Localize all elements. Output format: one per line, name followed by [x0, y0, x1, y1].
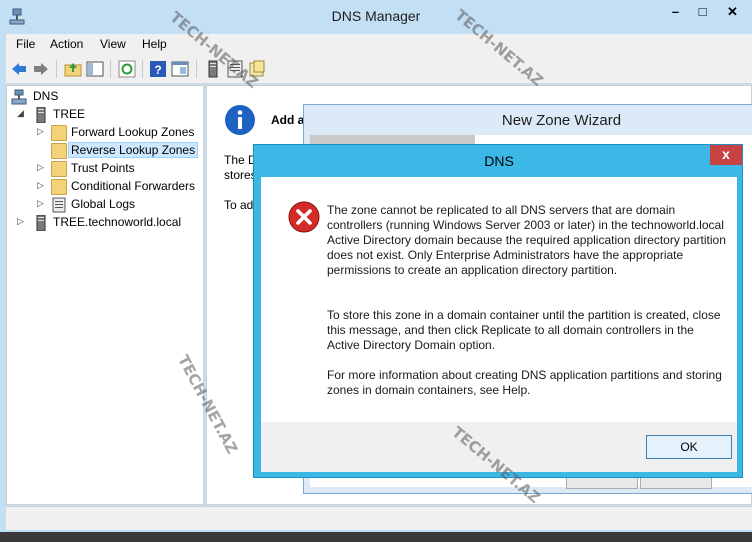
window-title: DNS Manager: [331, 8, 421, 24]
forward-arrow-icon[interactable]: [32, 60, 50, 78]
tree-item-dns[interactable]: DNS: [11, 88, 191, 106]
dns-error-dialog: DNS x The zone cannot be replicated to a…: [253, 144, 743, 478]
description-text: To ad: [224, 198, 254, 212]
description-text: The D: [224, 153, 257, 167]
menu-file[interactable]: File: [16, 37, 35, 51]
dns-icon: [11, 89, 27, 105]
tree-label-dns: DNS: [33, 89, 59, 103]
console-tree: DNS ◢ TREE ▷ Forward Lookup Zones Revers…: [6, 85, 204, 505]
log-icon: [52, 197, 66, 213]
expand-arrow-icon[interactable]: ▷: [37, 180, 47, 191]
dialog-title: DNS: [484, 153, 514, 169]
help-icon[interactable]: ?: [149, 60, 167, 78]
expand-arrow-icon[interactable]: ▷: [37, 126, 47, 137]
tree-item-global-logs[interactable]: ▷ Global Logs: [37, 196, 203, 214]
wizard-title: New Zone Wizard: [501, 112, 622, 129]
expand-arrow-icon[interactable]: ▷: [37, 198, 47, 209]
close-button[interactable]: ✕: [718, 2, 747, 23]
wizard-heading-text: Add a: [271, 113, 305, 127]
error-icon: [288, 201, 320, 233]
tree-item-tree-technoworld-local[interactable]: ▷ TREE.technoworld.local: [17, 214, 202, 232]
expand-arrow-icon[interactable]: ▷: [17, 216, 27, 227]
dialog-body: The zone cannot be replicated to all DNS…: [261, 177, 737, 472]
tree-item-reverse-lookup-zones[interactable]: Reverse Lookup Zones: [37, 142, 203, 160]
server-icon: [36, 107, 46, 123]
tree-label: TREE.technoworld.local: [53, 215, 182, 229]
tree-label: Forward Lookup Zones: [71, 125, 195, 139]
tree-label: Reverse Lookup Zones: [68, 142, 199, 158]
folder-icon: [51, 161, 67, 177]
show-hide-tree-icon[interactable]: [86, 60, 104, 78]
tree-label: Trust Points: [71, 161, 135, 175]
error-message-text: The zone cannot be replicated to all DNS…: [327, 203, 726, 277]
taskbar-strip: [0, 532, 752, 542]
dialog-content: The zone cannot be replicated to all DNS…: [261, 177, 737, 422]
up-folder-icon[interactable]: [64, 60, 82, 78]
back-arrow-icon[interactable]: [10, 60, 28, 78]
dialog-close-button[interactable]: x: [710, 145, 742, 165]
properties-icon[interactable]: [171, 60, 189, 78]
maximize-button[interactable]: □: [688, 2, 717, 23]
instruction-message-text: To store this zone in a domain container…: [327, 308, 721, 352]
tree-label: Conditional Forwarders: [71, 179, 196, 193]
tree-item-forward-lookup-zones[interactable]: ▷ Forward Lookup Zones: [37, 124, 203, 142]
refresh-icon[interactable]: [118, 60, 136, 78]
help-message-text: For more information about creating DNS …: [327, 368, 722, 397]
folder-icon: [51, 179, 67, 195]
info-icon: [225, 105, 255, 135]
toolbar: ?: [6, 54, 752, 84]
tree-item-conditional-forwarders[interactable]: ▷ Conditional Forwarders: [37, 178, 203, 196]
collapse-arrow-icon[interactable]: ◢: [17, 108, 27, 119]
minimize-button[interactable]: –: [661, 2, 690, 23]
tree-label-tree: TREE: [53, 107, 86, 121]
description-text: stores: [224, 168, 257, 182]
menu-action[interactable]: Action: [50, 37, 83, 51]
tree-label: Global Logs: [71, 197, 136, 211]
menu-view[interactable]: View: [100, 37, 126, 51]
status-bar: [6, 506, 752, 530]
server-icon: [36, 215, 46, 231]
folder-icon: [51, 125, 67, 141]
ok-button[interactable]: OK: [646, 435, 732, 459]
folder-icon: [51, 143, 67, 159]
expand-arrow-icon[interactable]: ▷: [37, 162, 47, 173]
menu-help[interactable]: Help: [142, 37, 167, 51]
tree-item-trust-points[interactable]: ▷ Trust Points: [37, 160, 203, 178]
menu-bar: File Action View Help: [6, 34, 752, 54]
svg-text:?: ?: [154, 63, 161, 77]
tree-item-tree[interactable]: ◢ TREE: [17, 106, 197, 124]
title-bar[interactable]: DNS Manager – □ ✕: [0, 0, 752, 34]
